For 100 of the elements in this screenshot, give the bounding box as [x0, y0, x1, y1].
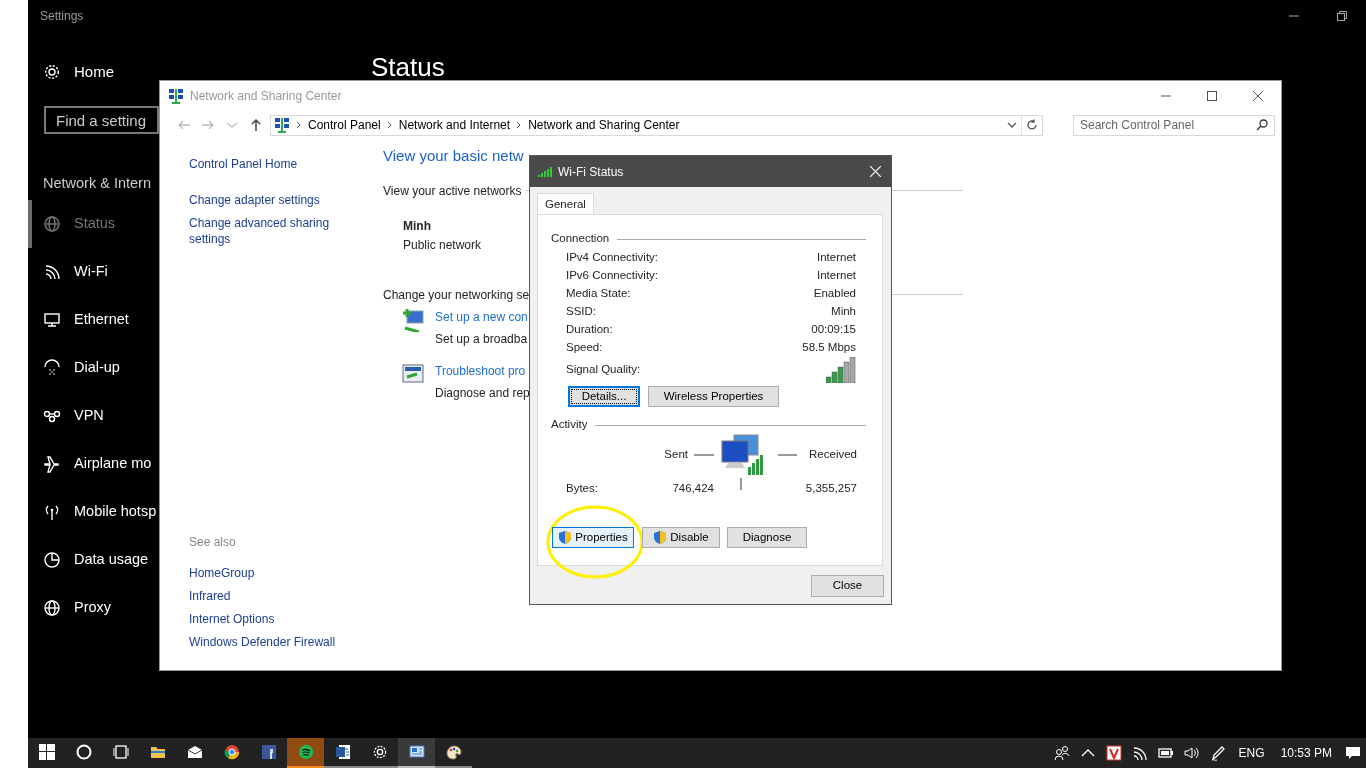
group-title: Activity — [551, 417, 588, 433]
sidebar-item[interactable]: Proxy — [28, 584, 159, 632]
dialog-title: Wi-Fi Status — [558, 163, 624, 181]
monitor-icon — [43, 311, 61, 329]
breadcrumb-item[interactable]: Network and Internet — [398, 116, 511, 134]
battery-icon[interactable] — [1157, 745, 1174, 761]
sidebar-link[interactable]: Control Panel Home — [189, 156, 339, 172]
task-link[interactable]: Set up a new con — [435, 307, 528, 326]
search-box[interactable]: Search Control Panel — [1073, 114, 1275, 136]
settings-icon — [43, 63, 61, 81]
windows-icon — [38, 744, 55, 760]
home-item[interactable]: Home — [28, 60, 371, 84]
close-button[interactable]: Close — [811, 575, 884, 597]
maximize-icon — [1207, 91, 1217, 101]
search-field[interactable]: Find a setting — [44, 106, 159, 134]
sidebar-link[interactable]: HomeGroup — [189, 565, 339, 581]
field-value: 58.5 Mbps — [802, 340, 856, 356]
network-center-icon — [274, 117, 290, 133]
section-title: View your active networks — [383, 182, 522, 200]
clock[interactable]: 10:53 PM — [1272, 744, 1340, 762]
dialog-button[interactable]: Disable — [642, 527, 720, 549]
task-link[interactable]: Troubleshoot pro — [435, 361, 530, 380]
section-title: Change your networking se — [383, 286, 530, 304]
sidebar-item[interactable]: Mobile hotsp — [28, 488, 159, 536]
document-icon — [334, 744, 351, 760]
shield-icon — [558, 530, 573, 546]
notification-icon[interactable] — [1345, 745, 1361, 761]
folder-icon — [149, 744, 166, 760]
field-label: Signal Quality: — [566, 362, 641, 378]
sidebar-link[interactable]: Change advanced sharing settings — [189, 215, 339, 247]
app-tray-icon[interactable] — [1105, 745, 1122, 761]
breadcrumb-item[interactable]: Control Panel — [308, 116, 381, 134]
field-label: Media State: — [566, 286, 631, 302]
chevron-right-icon — [516, 121, 523, 129]
tab[interactable]: General — [537, 193, 594, 215]
task-view-icon — [112, 744, 129, 760]
page-heading: View your basic netw — [383, 146, 525, 166]
control-panel-icon — [408, 744, 425, 760]
sidebar-link[interactable]: Infrared — [189, 588, 339, 604]
social-icon — [260, 744, 277, 760]
phone-icon — [43, 359, 61, 377]
taskbar-app[interactable] — [398, 738, 435, 768]
signal-strength-icon — [826, 357, 856, 383]
field-label: SSID: — [566, 304, 597, 320]
pen-icon[interactable] — [1209, 745, 1226, 761]
back-arrow-icon — [177, 118, 191, 132]
forward-arrow-icon — [201, 118, 215, 132]
chevron-down-icon[interactable] — [1007, 120, 1017, 130]
sidebar-link[interactable]: Windows Defender Firewall — [189, 634, 339, 650]
sidebar-item[interactable]: Ethernet — [28, 296, 159, 344]
dialog-button[interactable]: Diagnose — [727, 527, 807, 549]
volume-icon[interactable] — [1183, 745, 1200, 761]
close-icon — [1253, 91, 1263, 101]
restore-icon — [1337, 11, 1347, 21]
wifi-icon — [43, 263, 61, 281]
breadcrumb-item[interactable]: Network and Sharing Center — [528, 116, 680, 134]
sidebar-item[interactable]: Wi-Fi — [28, 248, 159, 296]
sidebar-item[interactable]: VPN — [28, 392, 159, 440]
shield-icon — [653, 530, 668, 546]
sidebar-item[interactable]: Airplane mo — [28, 440, 159, 488]
field-value: Internet — [817, 250, 856, 266]
sidebar-link[interactable]: Change adapter settings — [189, 192, 339, 208]
up-arrow-icon — [249, 118, 263, 132]
globe-icon — [43, 599, 61, 617]
dialog-button[interactable]: Wireless Properties — [648, 386, 779, 407]
chevron-right-icon — [296, 121, 302, 129]
pie-chart-icon — [43, 551, 61, 569]
people-icon[interactable] — [1053, 745, 1070, 761]
sidebar-item[interactable]: Data usage — [28, 536, 159, 584]
envelope-icon — [186, 744, 203, 760]
field-label: IPv6 Connectivity: — [566, 268, 659, 284]
column-label: Sent — [664, 446, 688, 462]
signal-icon — [538, 166, 552, 177]
address-bar[interactable]: Control Panel Network and Internet Network and Sharing Center — [270, 114, 1043, 136]
dialog-button[interactable]: Properties — [552, 527, 634, 549]
refresh-icon — [1026, 119, 1038, 131]
circle-icon — [75, 744, 92, 760]
field-value: Internet — [817, 268, 856, 284]
dialog-button[interactable]: Details... — [568, 386, 640, 407]
page-title: Status — [371, 51, 445, 80]
chevron-right-icon — [386, 121, 393, 129]
field-label: Duration: — [566, 322, 613, 338]
palette-icon — [445, 744, 462, 760]
section-title: See also — [189, 534, 237, 551]
music-icon — [297, 744, 314, 760]
row-label: Bytes: — [566, 481, 598, 496]
new-connection-icon — [401, 307, 425, 332]
wifi-icon[interactable] — [1131, 745, 1148, 761]
close-icon — [869, 166, 881, 177]
sidebar-link[interactable]: Internet Options — [189, 611, 339, 627]
field-value: Minh — [831, 304, 856, 320]
sent-bytes: 746,424 — [671, 481, 714, 496]
sidebar-item[interactable]: Dial-up — [28, 344, 159, 392]
network-type: Public network — [403, 236, 482, 254]
field-value: Enabled — [813, 286, 856, 302]
field-label: Speed: — [566, 340, 603, 356]
column-label: Received — [809, 446, 857, 462]
language-indicator[interactable]: ENG — [1230, 744, 1273, 762]
troubleshoot-icon — [401, 361, 425, 386]
received-bytes: 5,355,257 — [804, 481, 857, 496]
